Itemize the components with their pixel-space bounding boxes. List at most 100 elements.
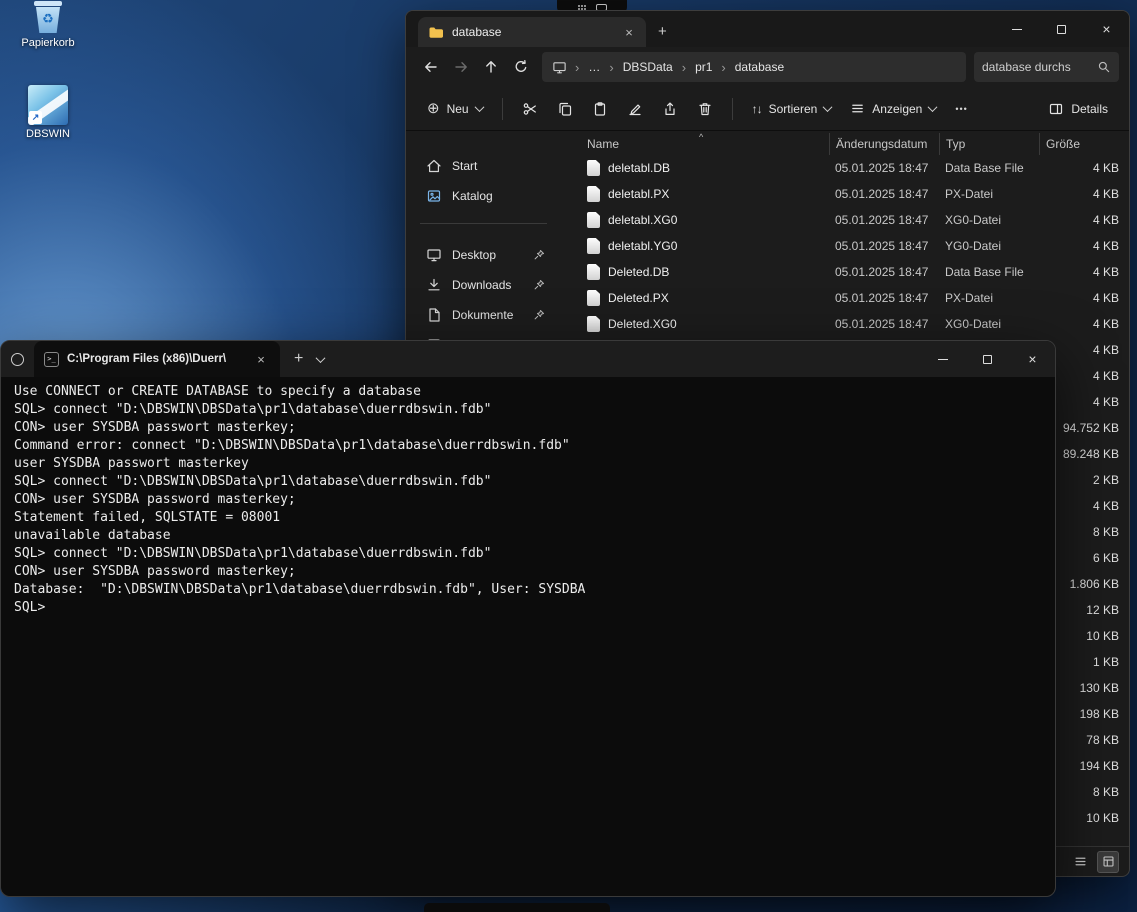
close-button[interactable]: × — [1084, 11, 1129, 47]
back-button[interactable] — [416, 52, 446, 82]
file-size: 4 KB — [1039, 265, 1130, 279]
minimize-button[interactable] — [994, 11, 1039, 47]
new-button[interactable]: ⊕ Neu — [418, 93, 492, 125]
file-type: Data Base File — [939, 265, 1039, 279]
taskbar-sliver[interactable] — [424, 903, 610, 912]
delete-button[interactable] — [688, 93, 722, 125]
view-button-label: Anzeigen — [872, 102, 922, 116]
file-type: PX-Datei — [939, 291, 1039, 305]
this-pc-icon — [552, 60, 567, 75]
file-name: Deleted.PX — [608, 291, 669, 305]
breadcrumb-separator-icon: › — [679, 60, 689, 75]
column-header-name[interactable]: Name ^ — [581, 133, 829, 155]
forward-button[interactable] — [446, 52, 476, 82]
terminal-content[interactable]: Use CONNECT or CREATE DATABASE to specif… — [1, 377, 1055, 896]
column-header-size[interactable]: Größe — [1039, 133, 1130, 155]
file-type: YG0-Datei — [939, 239, 1039, 253]
rename-button[interactable] — [618, 93, 652, 125]
sidebar-item-downloads[interactable]: Downloads — [412, 270, 555, 300]
file-icon — [587, 212, 600, 228]
breadcrumb-item-database[interactable]: database — [732, 58, 787, 76]
file-row[interactable]: deletabl.PX 05.01.2025 18:47 PX-Datei 4 … — [581, 181, 1129, 207]
breadcrumb-item-dbsdata[interactable]: DBSData — [620, 58, 676, 76]
file-name-cell: Deleted.DB — [581, 264, 829, 280]
file-type: Data Base File — [939, 161, 1039, 175]
desktop-icon-dbswin[interactable]: ↗ DBSWIN — [12, 85, 84, 140]
sidebar-item-start[interactable]: Start — [412, 151, 555, 181]
file-icon — [587, 238, 600, 254]
sidebar-item-katalog[interactable]: Katalog — [412, 181, 555, 211]
delete-icon — [697, 101, 713, 117]
file-type: XG0-Datei — [939, 213, 1039, 227]
maximize-icon — [1057, 25, 1066, 34]
file-name: Deleted.DB — [608, 265, 669, 279]
maximize-button[interactable] — [1039, 11, 1084, 47]
file-row[interactable]: deletabl.YG0 05.01.2025 18:47 YG0-Datei … — [581, 233, 1129, 259]
monitor-icon — [426, 247, 442, 263]
file-row[interactable]: Deleted.PX 05.01.2025 18:47 PX-Datei 4 K… — [581, 285, 1129, 311]
tab-close-button[interactable]: × — [620, 23, 638, 41]
sort-arrows-icon: ↑↓ — [752, 102, 762, 116]
terminal-line: CON> user SYSDBA password masterkey; — [14, 491, 1055, 509]
details-view-toggle[interactable] — [1097, 851, 1119, 873]
new-tab-button[interactable]: + — [658, 23, 667, 40]
address-bar[interactable]: › … › DBSData › pr1 › database — [542, 52, 966, 82]
terminal-tab-close-button[interactable]: × — [252, 350, 270, 368]
chevron-down-icon — [316, 353, 326, 363]
gallery-icon — [426, 188, 442, 204]
terminal-new-tab-button[interactable]: + — [294, 350, 303, 368]
file-name-cell: deletabl.YG0 — [581, 238, 829, 254]
new-plus-icon: ⊕ — [427, 101, 440, 116]
copy-icon — [557, 101, 573, 117]
document-icon — [426, 307, 442, 323]
breadcrumb-item-pr1[interactable]: pr1 — [692, 58, 715, 76]
file-icon — [587, 160, 600, 176]
pin-icon — [533, 309, 545, 321]
terminal-close-button[interactable]: × — [1010, 341, 1055, 377]
more-options-button[interactable]: ••• — [946, 93, 976, 125]
recycle-symbol-icon: ♻ — [31, 11, 65, 27]
file-date: 05.01.2025 18:47 — [829, 265, 939, 279]
file-name-cell: deletabl.XG0 — [581, 212, 829, 228]
terminal-line: Use CONNECT or CREATE DATABASE to specif… — [14, 383, 1055, 401]
file-date: 05.01.2025 18:47 — [829, 291, 939, 305]
address-row: › … › DBSData › pr1 › database database … — [406, 47, 1129, 87]
up-button[interactable] — [476, 52, 506, 82]
file-row[interactable]: Deleted.DB 05.01.2025 18:47 Data Base Fi… — [581, 259, 1129, 285]
command-bar: ⊕ Neu ↑↓ — [406, 87, 1129, 131]
cut-button[interactable] — [513, 93, 547, 125]
sidebar-item-desktop[interactable]: Desktop — [412, 240, 555, 270]
sort-button[interactable]: ↑↓ Sortieren — [743, 93, 841, 125]
terminal-dropdown-button[interactable] — [317, 356, 324, 363]
folder-icon — [428, 24, 444, 40]
list-view-toggle[interactable] — [1069, 851, 1091, 873]
file-date: 05.01.2025 18:47 — [829, 317, 939, 331]
details-pane-button[interactable]: Details — [1039, 93, 1117, 125]
search-input[interactable]: database durchs — [974, 52, 1119, 82]
breadcrumb-ellipsis[interactable]: … — [585, 58, 603, 76]
shortcut-arrow-icon: ↗ — [29, 111, 42, 124]
view-button[interactable]: Anzeigen — [841, 93, 945, 125]
sidebar-item-dokumente[interactable]: Dokumente — [412, 300, 555, 330]
file-row[interactable]: Deleted.XG0 05.01.2025 18:47 XG0-Datei 4… — [581, 311, 1129, 337]
terminal-tab[interactable]: >_ C:\Program Files (x86)\Duerr\ × — [34, 341, 280, 377]
terminal-line: SQL> — [14, 599, 1055, 617]
file-row[interactable]: deletabl.DB 05.01.2025 18:47 Data Base F… — [581, 155, 1129, 181]
copy-button[interactable] — [548, 93, 582, 125]
tab-title: database — [452, 25, 612, 39]
file-row[interactable]: deletabl.XG0 05.01.2025 18:47 XG0-Datei … — [581, 207, 1129, 233]
column-header-type[interactable]: Typ — [939, 133, 1039, 155]
terminal-maximize-button[interactable] — [965, 341, 1010, 377]
terminal-minimize-button[interactable] — [920, 341, 965, 377]
file-size: 4 KB — [1039, 187, 1130, 201]
file-name: deletabl.XG0 — [608, 213, 677, 227]
desktop-icon-papierkorb[interactable]: ♻ Papierkorb — [12, 0, 84, 49]
explorer-tab-database[interactable]: database × — [418, 17, 646, 47]
column-header-date[interactable]: Änderungsdatum — [829, 133, 939, 155]
rename-icon — [627, 101, 643, 117]
share-button[interactable] — [653, 93, 687, 125]
paste-button[interactable] — [583, 93, 617, 125]
chevron-down-icon — [823, 102, 833, 112]
refresh-button[interactable] — [506, 52, 536, 82]
details-button-label: Details — [1071, 102, 1108, 116]
